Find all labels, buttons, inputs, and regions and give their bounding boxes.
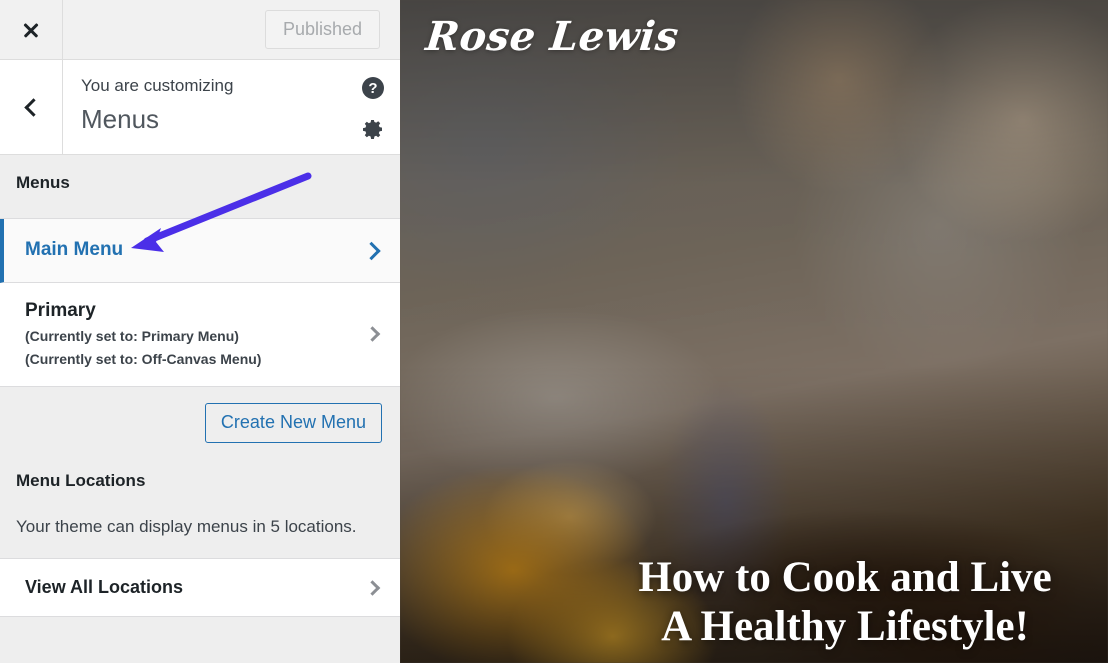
back-button[interactable] bbox=[0, 60, 63, 154]
menus-section-label: Menus bbox=[0, 155, 400, 219]
close-customizer-button[interactable] bbox=[0, 0, 63, 59]
chevron-right-icon bbox=[364, 580, 381, 596]
customizer-topbar: Published bbox=[0, 0, 400, 60]
gear-icon[interactable] bbox=[361, 117, 385, 146]
menu-row-title: Main Menu bbox=[25, 239, 124, 261]
help-icon[interactable]: ? bbox=[362, 77, 384, 99]
close-x-icon bbox=[21, 20, 41, 40]
topbar-actions: Published bbox=[63, 0, 400, 59]
create-new-menu-button[interactable]: Create New Menu bbox=[204, 402, 382, 443]
chevron-right-icon bbox=[364, 326, 381, 343]
customizer-sidebar: Published You are customizing Menus ? Me… bbox=[0, 0, 400, 663]
chevron-right-icon bbox=[362, 241, 381, 260]
customizer-panel-header: You are customizing Menus ? bbox=[0, 60, 400, 155]
panel-header-icons: ? bbox=[346, 60, 400, 154]
chevron-left-icon bbox=[23, 97, 43, 117]
create-menu-area: Create New Menu bbox=[0, 386, 400, 461]
hero-heading-line-1: How to Cook and Live bbox=[638, 553, 1052, 601]
hero-heading: How to Cook and Live A Healthy Lifestyle… bbox=[610, 553, 1080, 651]
panel-header-text: You are customizing Menus bbox=[63, 60, 346, 154]
customizing-eyebrow: You are customizing bbox=[81, 76, 234, 95]
menu-row-primary[interactable]: Primary (Currently set to: Primary Menu)… bbox=[0, 283, 400, 387]
menu-locations-block: Menu Locations Your theme can display me… bbox=[0, 460, 400, 559]
menu-locations-title: Menu Locations bbox=[16, 470, 146, 490]
menu-locations-description: Your theme can display menus in 5 locati… bbox=[16, 516, 357, 536]
view-all-locations-row[interactable]: View All Locations bbox=[0, 558, 400, 618]
view-all-locations-label: View All Locations bbox=[25, 577, 184, 598]
menu-row-main-menu[interactable]: Main Menu bbox=[0, 219, 400, 283]
published-button[interactable]: Published bbox=[264, 10, 380, 49]
site-preview[interactable]: Rose Lewis HOME CHEF bbox=[400, 0, 1108, 663]
menu-row-title: Primary bbox=[25, 300, 96, 321]
hero-heading-line-2: A Healthy Lifestyle! bbox=[661, 602, 1029, 650]
customizer-app: Published You are customizing Menus ? Me… bbox=[0, 0, 1108, 663]
menu-row-subtitle-1: (Currently set to: Primary Menu) bbox=[25, 327, 239, 344]
site-title-logo[interactable]: Rose Lewis bbox=[424, 13, 681, 60]
menu-row-subtitle-2: (Currently set to: Off-Canvas Menu) bbox=[25, 350, 262, 367]
page-title: Menus bbox=[81, 103, 160, 134]
